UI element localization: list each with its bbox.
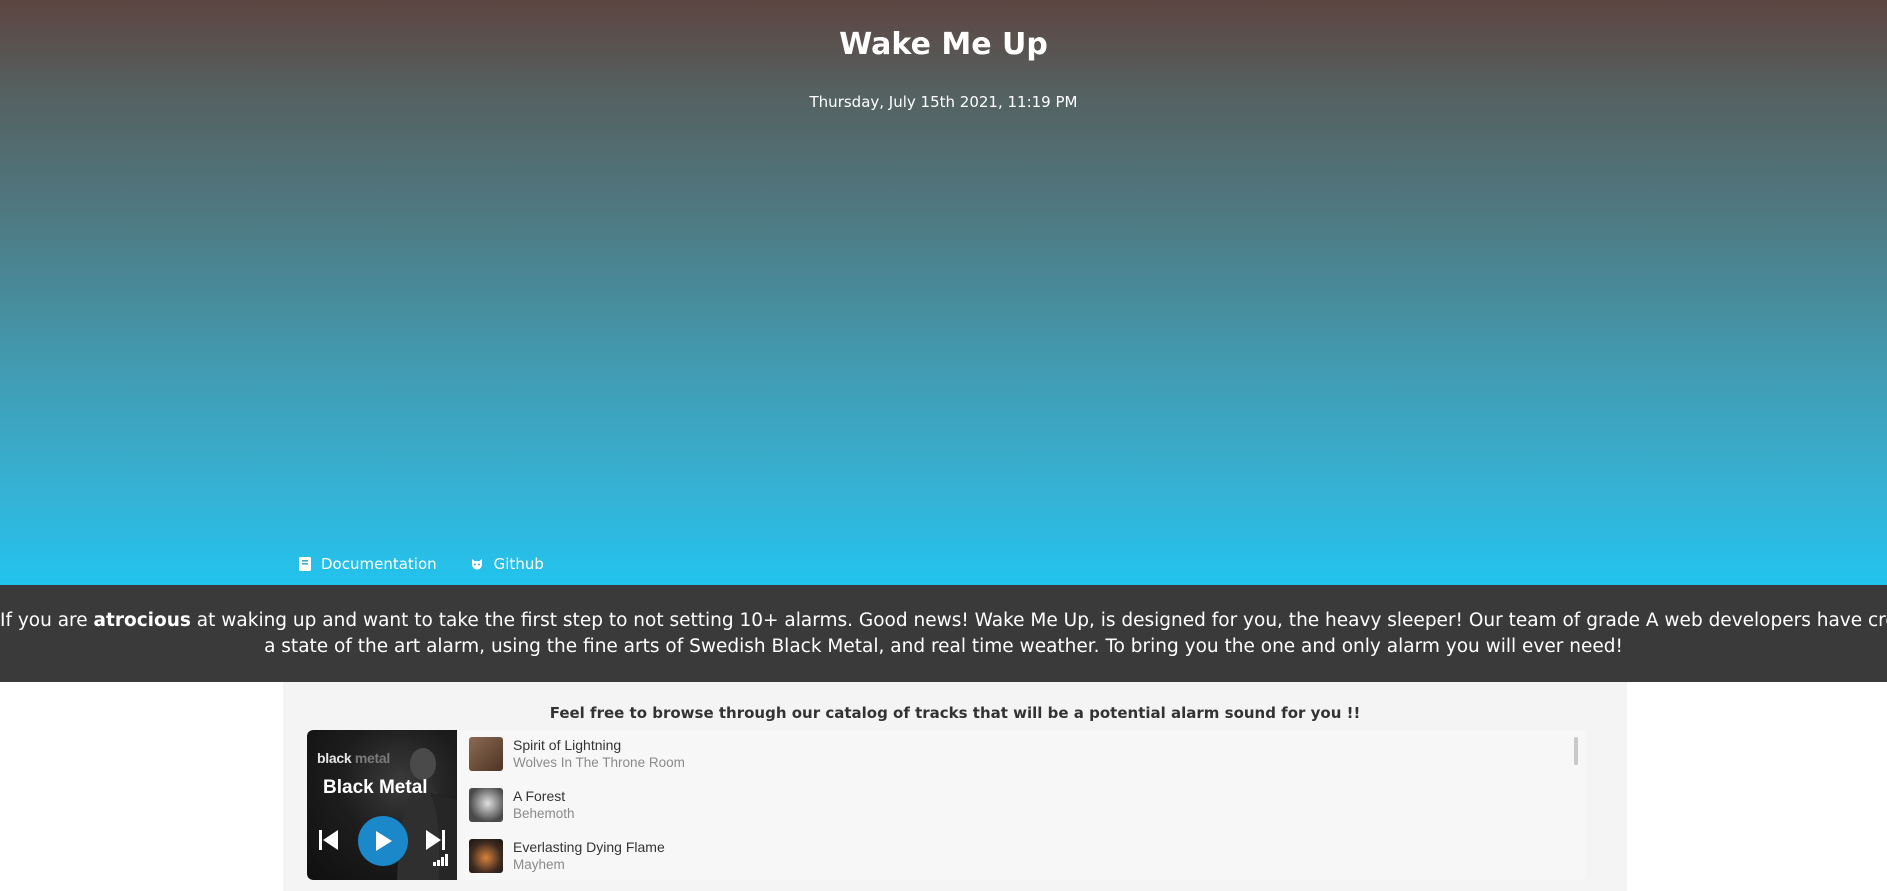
intro-text-part: at waking up and want to take the first …: [190, 609, 1887, 631]
current-date: Thursday, July 15th 2021, 11:19 PM: [809, 93, 1078, 111]
intro-banner: If you are atrocious at waking up and wa…: [0, 585, 1887, 682]
play-button[interactable]: [358, 816, 408, 866]
play-icon: [376, 831, 392, 851]
track-thumbnail: [469, 737, 503, 771]
hero-section: Wake Me Up Thursday, July 15th 2021, 11:…: [0, 0, 1887, 585]
next-button[interactable]: [425, 829, 445, 856]
github-link[interactable]: Github: [469, 555, 544, 573]
github-link-label: Github: [493, 555, 544, 573]
cover-logo-text: black metal: [317, 750, 390, 766]
track-info: Spirit of Lightning Wolves In The Throne…: [513, 736, 685, 772]
track-artist: Wolves In The Throne Room: [513, 755, 685, 770]
intro-emphasis: atrocious: [93, 609, 191, 631]
track-thumbnail: [469, 839, 503, 873]
intro-text: If you are atrocious at waking up and wa…: [0, 608, 1887, 660]
playlist-title: Black Metal: [323, 777, 428, 798]
track-title: A Forest: [513, 788, 566, 804]
github-icon: [471, 559, 482, 570]
documentation-link[interactable]: Documentation: [298, 555, 437, 573]
track-info: A Forest Behemoth: [513, 787, 575, 823]
track-info: Everlasting Dying Flame Mayhem: [513, 838, 665, 874]
intro-text-part: If you are: [0, 609, 94, 631]
cover-logo-suffix: metal: [354, 750, 390, 766]
catalog-section: Feel free to browse through our catalog …: [283, 682, 1627, 891]
page-title: Wake Me Up: [839, 27, 1048, 62]
hero-links: Documentation Github: [298, 555, 544, 573]
track-item[interactable]: A Forest Behemoth: [469, 785, 575, 825]
previous-button[interactable]: [319, 829, 339, 856]
track-title: Everlasting Dying Flame: [513, 839, 665, 855]
next-icon: [426, 830, 445, 850]
track-artist: Mayhem: [513, 857, 565, 872]
cover-logo-prefix: black: [317, 750, 352, 766]
previous-icon: [319, 830, 338, 850]
track-artist: Behemoth: [513, 806, 575, 821]
track-thumbnail: [469, 788, 503, 822]
equalizer-icon: [433, 854, 448, 866]
documentation-link-label: Documentation: [321, 555, 437, 573]
track-item[interactable]: Spirit of Lightning Wolves In The Throne…: [469, 734, 685, 774]
track-title: Spirit of Lightning: [513, 737, 622, 753]
tracklist-scrollbar[interactable]: [1574, 737, 1578, 765]
track-item[interactable]: Everlasting Dying Flame Mayhem: [469, 836, 665, 876]
track-list[interactable]: Spirit of Lightning Wolves In The Throne…: [457, 730, 1586, 880]
book-icon: [299, 557, 311, 571]
music-player: black metal Black Metal Spirit of Lightn…: [307, 730, 1586, 880]
intro-line-1: If you are atrocious at waking up and wa…: [0, 608, 1887, 634]
playlist-cover: black metal Black Metal: [307, 730, 457, 880]
intro-line-2: a state of the art alarm, using the fine…: [264, 635, 1623, 657]
catalog-heading: Feel free to browse through our catalog …: [549, 704, 1361, 722]
